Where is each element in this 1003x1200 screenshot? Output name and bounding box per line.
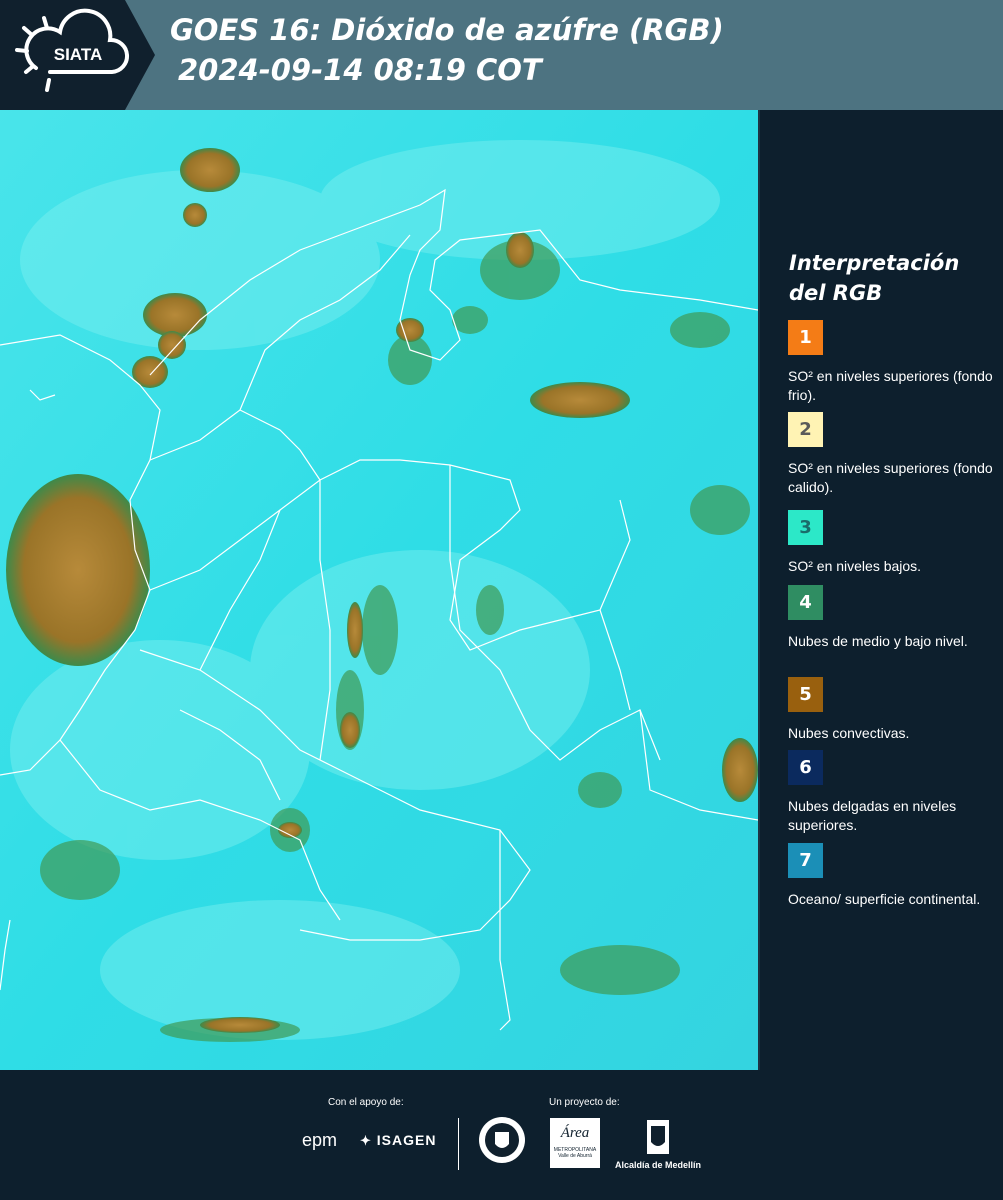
- legend-swatch-7: 7: [788, 843, 823, 878]
- legend-item-6: 6 Nubes delgadas en niveles superiores.: [788, 750, 993, 835]
- legend-text-4: Nubes de medio y bajo nivel.: [788, 633, 968, 649]
- legend-text-6: Nubes delgadas en niveles superiores.: [788, 798, 957, 833]
- alcaldia-shield-icon: [647, 1120, 669, 1154]
- isagen-logo-text: ISAGEN: [376, 1132, 437, 1148]
- legend-panel: Interpretación del RGB 1 SO² en niveles …: [760, 110, 1003, 1070]
- alcaldia-logo[interactable]: Alcaldía de Medellín: [612, 1118, 704, 1172]
- area-metropolitana-logo[interactable]: Área METROPOLITANA Valle de Aburrá: [550, 1118, 600, 1168]
- legend-swatch-2: 2: [788, 412, 823, 447]
- legend-swatch-4: 4: [788, 585, 823, 620]
- header-bar: SIATA GOES 16: Dióxido de azúfre (RGB) 2…: [0, 0, 1003, 110]
- legend-swatch-5: 5: [788, 677, 823, 712]
- area-logo-sub2: Valle de Aburrá: [558, 1153, 592, 1159]
- legend-item-1: 1 SO² en niveles superiores (fondo frio)…: [788, 320, 993, 405]
- siata-logo[interactable]: SIATA: [0, 0, 155, 110]
- epm-logo[interactable]: epm: [302, 1130, 337, 1151]
- title-block: GOES 16: Dióxido de azúfre (RGB) 2024-09…: [170, 10, 724, 90]
- epm-logo-text: epm: [302, 1130, 338, 1150]
- legend-text-7: Oceano/ superficie continental.: [788, 891, 981, 907]
- legend-swatch-6: 6: [788, 750, 823, 785]
- legend-text-2: SO² en niveles superiores (fondo calido)…: [788, 460, 993, 495]
- satellite-map[interactable]: [0, 110, 760, 1070]
- legend-swatch-1: 1: [788, 320, 823, 355]
- siata-logo-text: SIATA: [54, 45, 102, 64]
- page-title: GOES 16: Dióxido de azúfre (RGB): [170, 13, 724, 47]
- timestamp-subtitle: 2024-09-14 08:19 COT: [178, 53, 542, 87]
- legend-item-7: 7 Oceano/ superficie continental.: [788, 843, 993, 909]
- isagen-logo[interactable]: ✦ ISAGEN: [360, 1132, 436, 1149]
- footer-bar: Con el apoyo de: Un proyecto de: epm ✦ I…: [0, 1070, 1003, 1200]
- legend-title-line2: del RGB: [789, 281, 883, 305]
- legend-text-3: SO² en niveles bajos.: [788, 558, 922, 574]
- legend-title: Interpretación del RGB: [789, 248, 959, 308]
- footer-divider: [458, 1118, 459, 1170]
- legend-item-4: 4 Nubes de medio y bajo nivel.: [788, 585, 993, 651]
- isagen-mark-icon: ✦: [360, 1133, 372, 1148]
- alcaldia-logo-text: Alcaldía de Medellín: [614, 1160, 702, 1170]
- legend-item-3: 3 SO² en niveles bajos.: [788, 510, 993, 576]
- area-logo-text: Área: [560, 1125, 590, 1141]
- legend-text-5: Nubes convectivas.: [788, 725, 910, 741]
- legend-title-line1: Interpretación: [789, 251, 960, 275]
- legend-item-2: 2 SO² en niveles superiores (fondo calid…: [788, 412, 993, 497]
- legend-swatch-3: 3: [788, 510, 823, 545]
- medellin-seal-icon[interactable]: [478, 1116, 526, 1164]
- legend-text-1: SO² en niveles superiores (fondo frio).: [788, 368, 993, 403]
- support-label: Con el apoyo de:: [328, 1097, 404, 1108]
- project-label: Un proyecto de:: [549, 1097, 620, 1108]
- legend-item-5: 5 Nubes convectivas.: [788, 677, 993, 743]
